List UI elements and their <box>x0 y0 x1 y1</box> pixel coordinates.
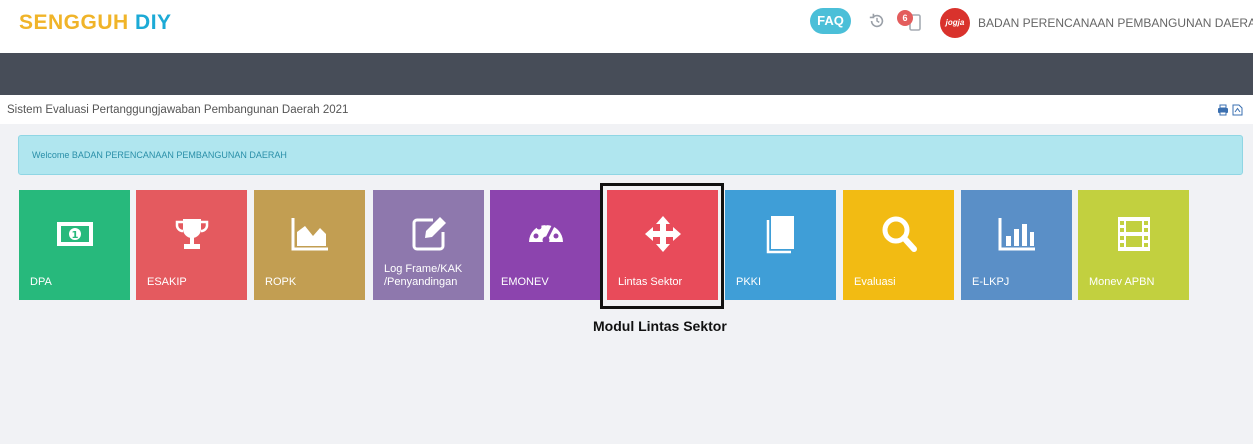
bar-chart-icon <box>998 218 1035 251</box>
tile-label: DPA <box>30 276 52 288</box>
tile-label: E-LKPJ <box>972 276 1010 288</box>
book-icon <box>766 216 794 254</box>
faq-button[interactable]: FAQ <box>810 8 851 34</box>
tile-label: ROPK <box>265 276 297 288</box>
area-chart-icon <box>291 218 328 251</box>
trophy-icon <box>175 219 209 249</box>
dashboard-icon <box>529 220 563 244</box>
tile-monev-apbn[interactable]: Monev APBN <box>1078 190 1189 300</box>
brand-secondary: DIY <box>135 11 172 34</box>
tile-label: ESAKIP <box>147 276 187 288</box>
highlight-caption: Modul Lintas Sektor <box>593 318 727 334</box>
tile-ropk[interactable]: ROPK <box>254 190 365 300</box>
tile-dpa[interactable]: 1 DPA <box>19 190 130 300</box>
avatar[interactable]: jogja <box>940 8 970 38</box>
welcome-alert: Welcome BADAN PERENCANAAN PEMBANGUNAN DA… <box>18 135 1243 175</box>
brand-primary: SENGGUH <box>19 11 129 34</box>
welcome-message: Welcome BADAN PERENCANAAN PEMBANGUNAN DA… <box>32 150 287 160</box>
film-icon <box>1118 217 1150 251</box>
brand-logo[interactable]: SENGGUH DIY <box>19 11 172 35</box>
tile-esakip[interactable]: ESAKIP <box>136 190 247 300</box>
tile-e-lkpj[interactable]: E-LKPJ <box>961 190 1072 300</box>
tile-label: EMONEV <box>501 276 549 288</box>
edit-icon <box>412 217 446 251</box>
tile-label: PKKI <box>736 276 762 288</box>
tile-label: Evaluasi <box>854 276 896 288</box>
highlight-box <box>600 183 724 309</box>
page-title: Sistem Evaluasi Pertanggungjawaban Pemba… <box>7 104 349 116</box>
print-icon[interactable] <box>1218 104 1228 116</box>
main-navbar <box>0 53 1253 95</box>
notification-badge: 6 <box>897 10 913 26</box>
search-icon <box>882 216 917 252</box>
user-org-name[interactable]: BADAN PERENCANAAN PEMBANGUNAN DAERAH <box>978 16 1253 30</box>
svg-text:1: 1 <box>72 230 79 241</box>
top-bar: SENGGUH DIY FAQ 6 jogja BADAN PERENCANAA… <box>0 0 1253 53</box>
export-file-icon[interactable] <box>1232 104 1243 116</box>
history-icon[interactable] <box>868 12 886 30</box>
tile-log-frame[interactable]: Log Frame/KAK /Penyandingan <box>373 190 484 300</box>
tile-pkki[interactable]: PKKI <box>725 190 836 300</box>
tile-evaluasi[interactable]: Evaluasi <box>843 190 954 300</box>
money-icon: 1 <box>57 222 93 246</box>
tile-label: Monev APBN <box>1089 276 1155 288</box>
page-header: Sistem Evaluasi Pertanggungjawaban Pemba… <box>0 95 1253 124</box>
tile-emonev[interactable]: EMONEV <box>490 190 601 300</box>
header-tools <box>1218 104 1243 116</box>
tile-label: Log Frame/KAK /Penyandingan <box>384 263 463 288</box>
